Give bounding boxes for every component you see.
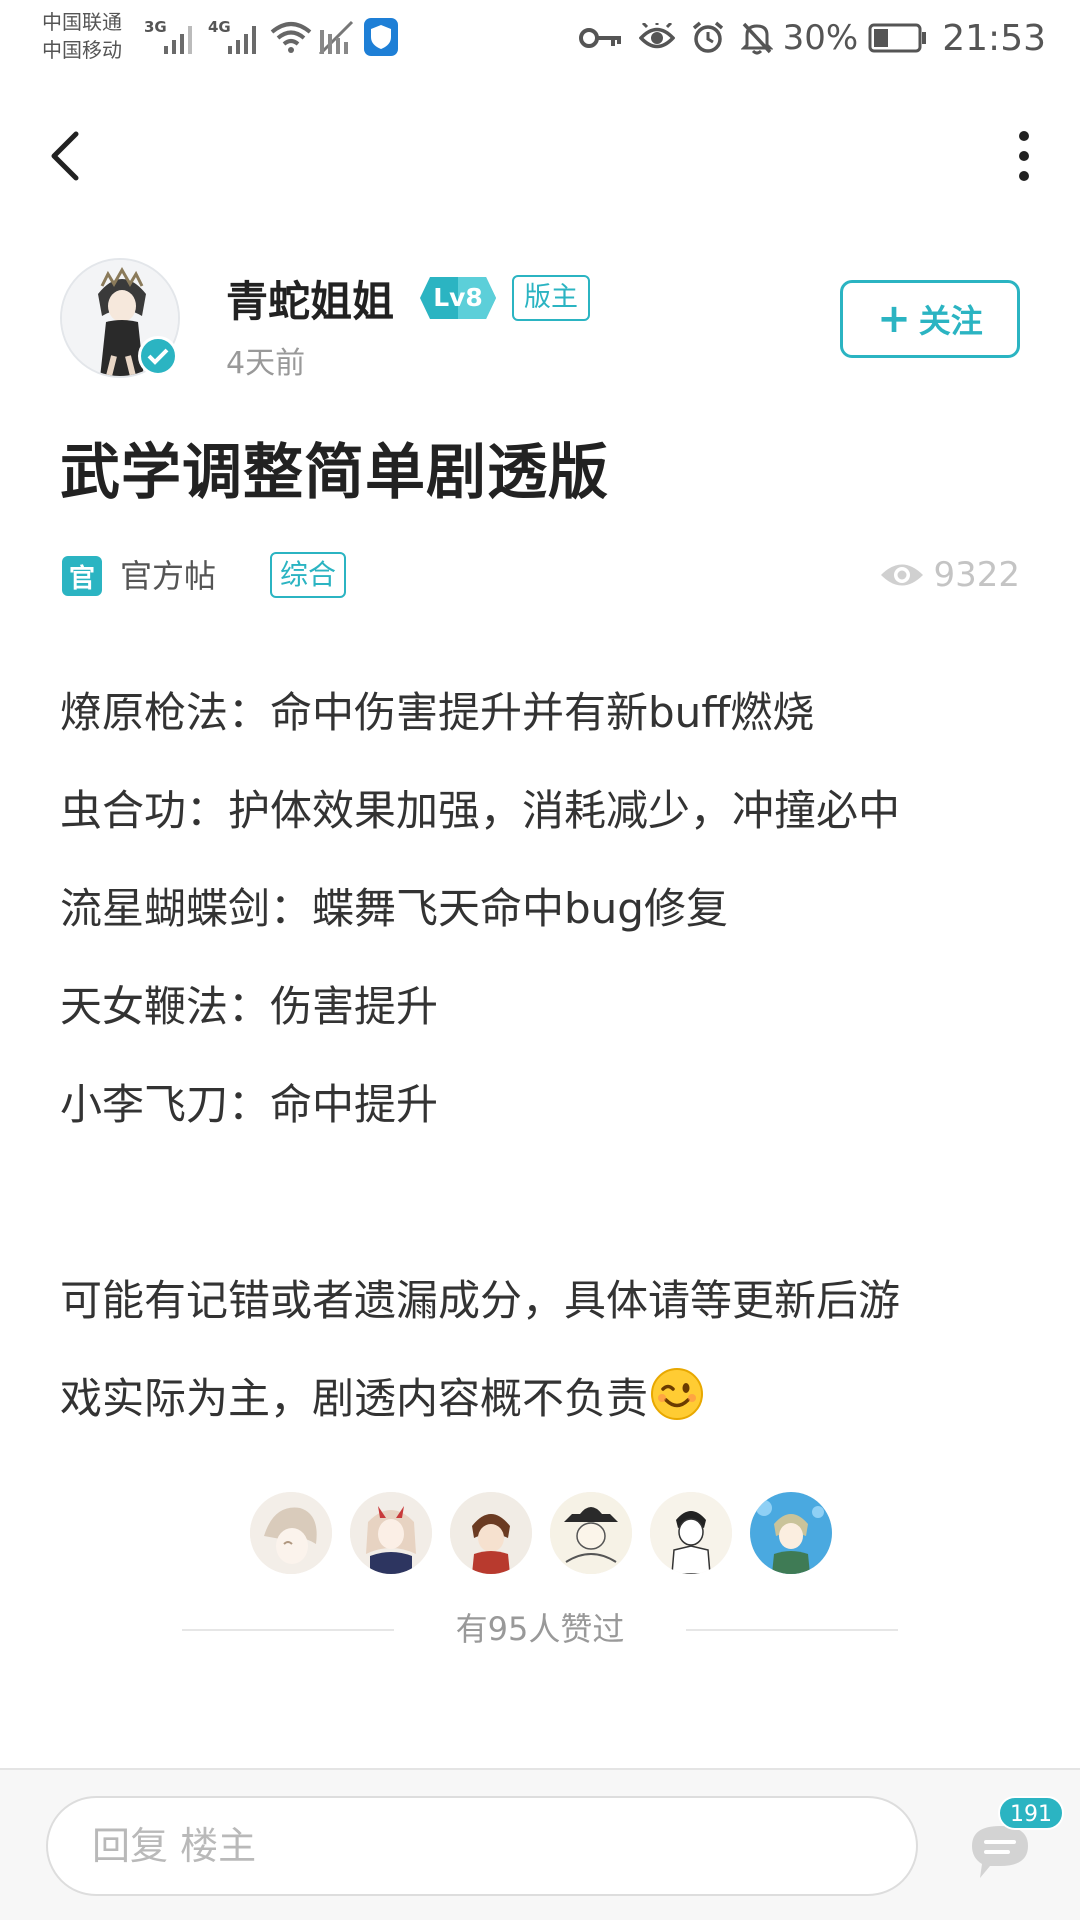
liker-avatar[interactable] — [750, 1492, 832, 1574]
official-label: 官方帖 — [120, 557, 217, 595]
post-content: 燎原枪法：命中伤害提升并有新buff燃烧 虫合功：护体效果加强，消耗减少，冲撞必… — [60, 664, 1030, 1448]
liker-avatar[interactable] — [550, 1492, 632, 1574]
content-note-end: 戏实际为主，剧透内容概不负责 — [60, 1350, 1030, 1448]
liker-avatar[interactable] — [450, 1492, 532, 1574]
comment-count-badge: 191 — [998, 1796, 1064, 1830]
author-name[interactable]: 青蛇姐姐 — [226, 268, 394, 329]
view-count-value: 9322 — [933, 555, 1020, 595]
level-badge: Lv8 — [420, 277, 496, 319]
chevron-left-icon[interactable] — [44, 128, 88, 184]
content-note: 可能有记错或者遗漏成分，具体请等更新后游 — [60, 1276, 901, 1325]
follow-button[interactable]: + 关注 — [840, 280, 1020, 358]
official-icon: 官 — [62, 556, 102, 596]
liker-avatar[interactable] — [650, 1492, 732, 1574]
level-text: Lv8 — [433, 283, 483, 312]
content-note-text: 戏实际为主，剧透内容概不负责 — [60, 1374, 649, 1423]
plus-icon: + — [877, 296, 911, 342]
liker-avatar[interactable] — [350, 1492, 432, 1574]
likes-count-text: 有95人赞过 — [455, 1610, 625, 1648]
battery-icon — [868, 23, 927, 53]
eye-icon — [638, 23, 675, 49]
verified-icon — [138, 336, 178, 376]
clock: 21:53 — [942, 17, 1046, 59]
eye-icon — [881, 564, 924, 586]
post-time: 4天前 — [226, 346, 306, 381]
likes-summary[interactable]: 有95人赞过 — [182, 1604, 898, 1654]
status-bar: 中国联通 中国移动 3G 4G 30% 21:53 — [0, 0, 1080, 76]
liker-avatar[interactable] — [250, 1492, 332, 1574]
signal-3g-icon: 3G — [144, 18, 200, 54]
alarm-icon — [692, 21, 723, 53]
liker-avatars[interactable] — [250, 1492, 832, 1576]
carrier-info: 中国联通 中国移动 — [42, 8, 122, 64]
network-type-1: 3G — [144, 18, 167, 36]
reply-input[interactable]: 回复 楼主 — [46, 1796, 918, 1896]
shield-app-icon — [364, 18, 398, 56]
content-line: 流星蝴蝶剑：蝶舞飞天命中bug修复 — [60, 884, 728, 933]
content-line: 小李飞刀：命中提升 — [60, 1080, 439, 1129]
category-tag[interactable]: 综合 — [270, 552, 347, 598]
follow-label: 关注 — [918, 302, 983, 340]
wink-emoji-icon — [651, 1368, 704, 1420]
mute-icon — [740, 22, 773, 55]
content-line: 天女鞭法：伤害提升 — [60, 982, 439, 1031]
moderator-badge: 版主 — [512, 275, 590, 321]
signal-4g-icon: 4G — [208, 18, 264, 54]
carrier-1: 中国联通 — [42, 10, 122, 34]
key-icon — [578, 28, 621, 48]
wifi-icon — [270, 22, 312, 53]
network-type-2: 4G — [208, 18, 231, 36]
carrier-2: 中国移动 — [42, 38, 122, 62]
post-title: 武学调整简单剧透版 — [60, 438, 609, 508]
battery-percent: 30% — [782, 18, 859, 58]
view-count: 9322 — [879, 552, 1020, 598]
status-right: 30% 21:53 — [563, 14, 1046, 62]
content-line: 燎原枪法：命中伤害提升并有新buff燃烧 — [60, 688, 815, 737]
content-line: 虫合功：护体效果加强，消耗减少，冲撞必中 — [60, 786, 901, 835]
more-vertical-icon[interactable] — [1012, 128, 1036, 184]
reply-bar: 回复 楼主 191 — [0, 1768, 1080, 1920]
data-saver-icon — [318, 20, 354, 54]
